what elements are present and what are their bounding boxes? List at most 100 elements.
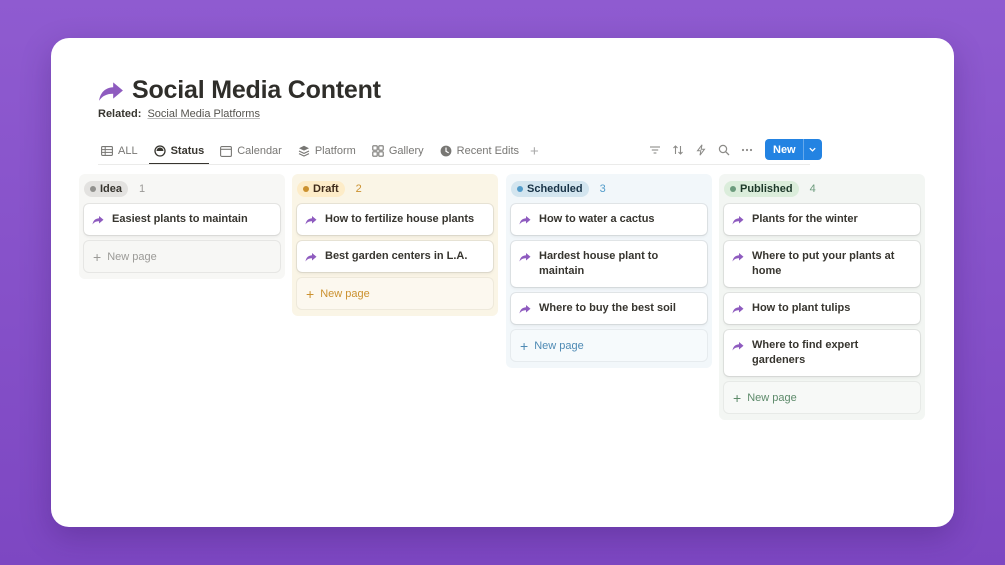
column-count: 3 (599, 182, 606, 195)
chevron-down-icon[interactable] (804, 139, 822, 160)
search-icon[interactable] (717, 143, 731, 157)
tab-label: Calendar (237, 145, 282, 157)
board-column-draft: Draft 2 How to fertilize house plants Best … (292, 174, 498, 316)
board-card[interactable]: How to water a cactus (511, 204, 707, 235)
new-page-label: New page (107, 250, 157, 263)
column-count: 1 (139, 182, 146, 195)
status-badge[interactable]: Published (724, 180, 799, 197)
board-column-scheduled: Scheduled 3 How to water a cactus Hardest h… (506, 174, 712, 368)
new-page-button[interactable]: + New page (724, 382, 920, 413)
status-badge[interactable]: Scheduled (511, 180, 589, 197)
new-page-label: New page (534, 339, 584, 352)
board-card[interactable]: How to plant tulips (724, 293, 920, 324)
tab-label: Platform (314, 145, 356, 157)
new-page-button[interactable]: + New page (84, 241, 280, 272)
related-property: Related: Social Media Platforms (98, 108, 260, 120)
view-tabs: ALL Status Calendar Platform Gallery Rec… (98, 138, 539, 165)
forward-arrow-icon (92, 216, 104, 225)
stack-icon (298, 145, 310, 157)
status-dot (90, 185, 96, 192)
card-title: Where to find expert gardeners (752, 339, 859, 366)
status-label: Published (740, 182, 793, 195)
column-header: Idea 1 (84, 180, 280, 197)
board-card[interactable]: How to fertilize house plants (297, 204, 493, 235)
board-card[interactable]: Where to put your plants at home (724, 241, 920, 287)
board-card[interactable]: Where to buy the best soil (511, 293, 707, 324)
tab-calendar[interactable]: Calendar (217, 138, 285, 164)
new-button-label[interactable]: New (765, 139, 804, 160)
column-header: Published 4 (724, 180, 920, 197)
sort-icon[interactable] (671, 143, 685, 157)
card-title: How to fertilize house plants (325, 213, 475, 225)
forward-arrow-icon (305, 253, 317, 262)
tab-all[interactable]: ALL (98, 138, 141, 164)
board-column-idea: Idea 1 Easiest plants to maintain + New page (79, 174, 285, 279)
plus-icon: + (306, 285, 315, 302)
page-title: Social Media Content (132, 76, 381, 104)
board-column-published: Published 4 Plants for the winter Where to … (719, 174, 925, 420)
forward-arrow-icon (732, 216, 744, 225)
column-header: Draft 2 (297, 180, 493, 197)
board-card[interactable]: Plants for the winter (724, 204, 920, 235)
tabs-divider (98, 164, 810, 165)
status-badge[interactable]: Draft (297, 180, 345, 197)
forward-arrow-icon (99, 81, 123, 101)
calendar-icon (220, 146, 233, 157)
forward-arrow-icon (519, 216, 531, 225)
tab-label: Recent Edits (456, 145, 520, 157)
related-link[interactable]: Social Media Platforms (147, 108, 260, 120)
column-header: Scheduled 3 (511, 180, 707, 197)
lightning-icon[interactable] (694, 143, 708, 157)
add-view-icon[interactable]: + (530, 143, 539, 160)
new-page-button[interactable]: + New page (511, 330, 707, 361)
forward-arrow-icon (732, 253, 744, 262)
plus-icon: + (520, 337, 529, 354)
card-title: Best garden centers in L.A. (325, 250, 468, 262)
tab-platform[interactable]: Platform (295, 138, 359, 164)
card-title: Where to put your plants at home (752, 250, 895, 277)
tab-recent-edits[interactable]: Recent Edits (437, 138, 522, 164)
new-page-button[interactable]: + New page (297, 278, 493, 309)
status-dot (303, 185, 309, 192)
status-label: Scheduled (527, 182, 583, 195)
forward-arrow-icon (732, 342, 744, 351)
filter-icon[interactable] (648, 143, 662, 157)
clock-icon (440, 145, 452, 157)
board-card[interactable]: Hardest house plant to maintain (511, 241, 707, 287)
more-icon[interactable] (740, 143, 754, 157)
tab-gallery[interactable]: Gallery (369, 138, 427, 164)
tab-label: Gallery (388, 145, 424, 157)
table-icon (101, 146, 113, 156)
status-dot (517, 185, 523, 192)
plus-icon: + (93, 248, 102, 265)
column-count: 2 (355, 182, 362, 195)
card-title: Plants for the winter (752, 213, 858, 225)
tab-label: ALL (118, 145, 138, 157)
new-button[interactable]: New (765, 139, 822, 160)
card-title: How to plant tulips (752, 302, 851, 314)
board-card[interactable]: Where to find expert gardeners (724, 330, 920, 376)
status-label: Draft (313, 182, 339, 195)
card-title: How to water a cactus (539, 213, 655, 225)
status-label: Idea (100, 182, 123, 195)
related-label: Related: (98, 108, 142, 120)
forward-arrow-icon (732, 305, 744, 314)
tab-status[interactable]: Status (148, 138, 209, 165)
status-icon (153, 145, 166, 157)
page-header: Social Media Content (98, 76, 381, 105)
board-card[interactable]: Best garden centers in L.A. (297, 241, 493, 272)
gallery-icon (372, 145, 384, 157)
tab-label: Status (170, 145, 205, 157)
card-title: Hardest house plant to maintain (539, 250, 659, 277)
new-page-label: New page (320, 287, 370, 300)
status-badge[interactable]: Idea (84, 180, 129, 197)
board-card[interactable]: Easiest plants to maintain (84, 204, 280, 235)
plus-icon: + (733, 389, 742, 406)
forward-arrow-icon (519, 305, 531, 314)
forward-arrow-icon (519, 253, 531, 262)
column-count: 4 (809, 182, 816, 195)
view-toolbar: New (648, 139, 822, 160)
status-dot (730, 185, 736, 192)
new-page-label: New page (747, 391, 797, 404)
card-title: Where to buy the best soil (539, 302, 676, 314)
